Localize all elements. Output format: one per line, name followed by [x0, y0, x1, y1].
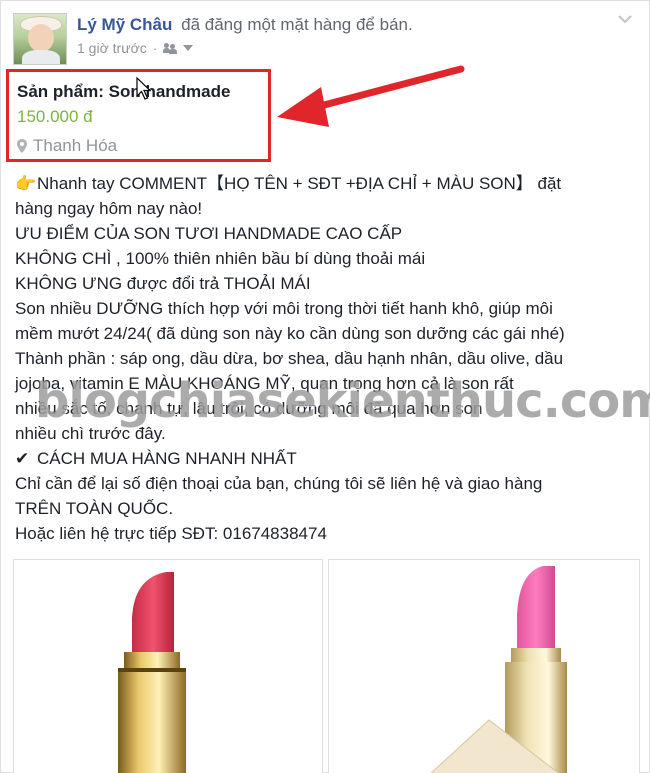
post-action-text: đã đăng một mặt hàng để bán.: [181, 15, 413, 34]
body-line: KHÔNG CHÌ , 100% thiên nhiên bầu bí dùng…: [15, 249, 426, 268]
product-title[interactable]: Sản phẩm: Son handmade: [17, 82, 230, 102]
avatar[interactable]: [13, 13, 67, 65]
friends-icon[interactable]: [163, 42, 178, 54]
pointing-hand-icon: 👉: [15, 174, 37, 193]
lipstick-image: [430, 566, 567, 773]
author-name[interactable]: Lý Mỹ Châu: [77, 15, 172, 34]
body-line: ✔ CÁCH MUA HÀNG NHANH NHẤT: [15, 446, 635, 471]
post-header: Lý Mỹ Châu đã đăng một mặt hàng để bán.: [77, 15, 413, 35]
timestamp[interactable]: 1 giờ trước: [77, 40, 147, 56]
location-label: Thanh Hóa: [33, 136, 118, 155]
check-mark-icon: ✔: [15, 449, 30, 468]
mouse-cursor-icon: [136, 77, 152, 100]
body-line: mềm mướt 24/24( đã dùng son này ko cần d…: [15, 324, 565, 343]
chevron-down-icon[interactable]: [183, 45, 194, 51]
watermark: blogchiasekienthuc.com: [35, 373, 650, 429]
product-location: Thanh Hóa: [17, 136, 117, 156]
body-line: 👉Nhanh tay COMMENT【HỌ TÊN + SĐT +ĐỊA CHỈ…: [15, 171, 635, 196]
post-meta: 1 giờ trước ·: [77, 40, 194, 56]
body-line: hàng ngay hôm nay nào!: [15, 199, 203, 218]
body-line: Son nhiều DƯỠNG thích hợp với môi trong …: [15, 299, 553, 318]
location-pin-icon: [17, 139, 27, 153]
lipstick-image: [118, 572, 186, 773]
separator: ·: [152, 40, 158, 56]
body-line: TRÊN TOÀN QUỐC.: [15, 499, 174, 518]
body-line: Hoặc liên hệ trực tiếp SĐT: 01674838474: [15, 524, 327, 543]
product-photo-2[interactable]: [328, 559, 640, 773]
body-line: Chỉ cần để lại số điện thoại của bạn, ch…: [15, 474, 543, 493]
body-line: ƯU ĐIỂM CỦA SON TƯƠI HANDMADE CAO CẤP: [15, 224, 403, 243]
body-line: KHÔNG ƯNG được đổi trả THOẢI MÁI: [15, 274, 311, 293]
post-body: 👉Nhanh tay COMMENT【HỌ TÊN + SĐT +ĐỊA CHỈ…: [15, 171, 635, 546]
body-line: Thành phần : sáp ong, dầu dừa, bơ shea, …: [15, 349, 564, 368]
product-photo-1[interactable]: [13, 559, 323, 773]
marketplace-post: Lý Mỹ Châu đã đăng một mặt hàng để bán. …: [0, 0, 650, 773]
red-arrow-annotation: [277, 65, 465, 127]
product-price: 150.000 đ: [17, 107, 93, 126]
post-menu-chevron-icon[interactable]: [617, 13, 633, 25]
